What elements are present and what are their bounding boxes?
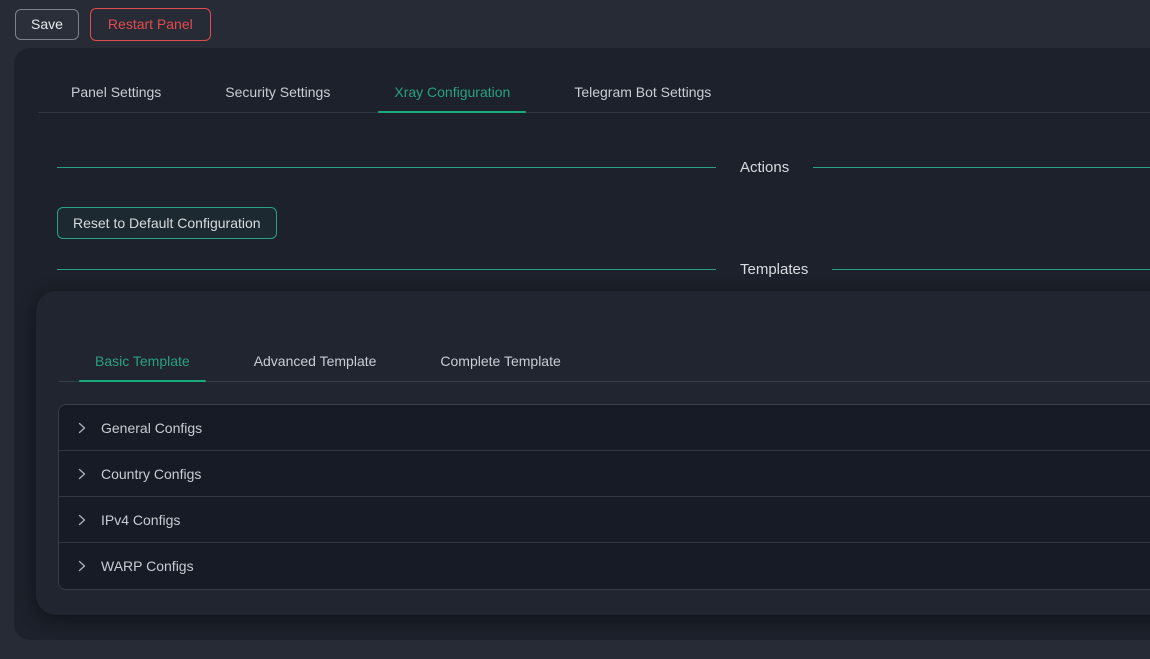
config-collapse-group: General Configs Country Configs IPv4 Con… <box>58 404 1150 590</box>
tab-content: Actions Reset to Default Configuration T… <box>14 159 1150 278</box>
templates-divider-title: Templates <box>740 261 808 278</box>
template-tab-bar: Basic Template Advanced Template Complet… <box>58 291 1150 382</box>
tab-panel-settings[interactable]: Panel Settings <box>55 72 177 112</box>
collapse-label: IPv4 Configs <box>101 512 180 528</box>
tab-basic-template[interactable]: Basic Template <box>79 341 206 381</box>
save-button[interactable]: Save <box>15 9 79 40</box>
divider-line <box>57 269 716 270</box>
actions-divider-title: Actions <box>740 159 789 176</box>
tab-xray-configuration[interactable]: Xray Configuration <box>378 72 526 112</box>
collapse-warp-configs[interactable]: WARP Configs <box>59 543 1150 589</box>
collapse-label: Country Configs <box>101 466 201 482</box>
templates-divider: Templates <box>57 261 1150 278</box>
topbar: Save Restart Panel <box>0 0 1150 48</box>
reset-default-configuration-button[interactable]: Reset to Default Configuration <box>57 207 277 239</box>
actions-divider: Actions <box>57 159 1150 176</box>
divider-line <box>832 269 1150 270</box>
settings-card: Panel Settings Security Settings Xray Co… <box>14 48 1150 640</box>
divider-line <box>813 167 1150 168</box>
chevron-right-icon <box>75 513 89 527</box>
collapse-label: WARP Configs <box>101 558 194 574</box>
tab-complete-template[interactable]: Complete Template <box>424 341 576 381</box>
restart-panel-button[interactable]: Restart Panel <box>90 8 211 41</box>
collapse-country-configs[interactable]: Country Configs <box>59 451 1150 497</box>
chevron-right-icon <box>75 421 89 435</box>
main-tab-bar: Panel Settings Security Settings Xray Co… <box>38 72 1150 113</box>
collapse-label: General Configs <box>101 420 202 436</box>
chevron-right-icon <box>75 559 89 573</box>
templates-card: Basic Template Advanced Template Complet… <box>36 291 1150 615</box>
chevron-right-icon <box>75 467 89 481</box>
tab-telegram-bot-settings[interactable]: Telegram Bot Settings <box>558 72 727 112</box>
divider-line <box>57 167 716 168</box>
tab-security-settings[interactable]: Security Settings <box>209 72 346 112</box>
collapse-general-configs[interactable]: General Configs <box>59 405 1150 451</box>
tab-advanced-template[interactable]: Advanced Template <box>238 341 393 381</box>
collapse-ipv4-configs[interactable]: IPv4 Configs <box>59 497 1150 543</box>
